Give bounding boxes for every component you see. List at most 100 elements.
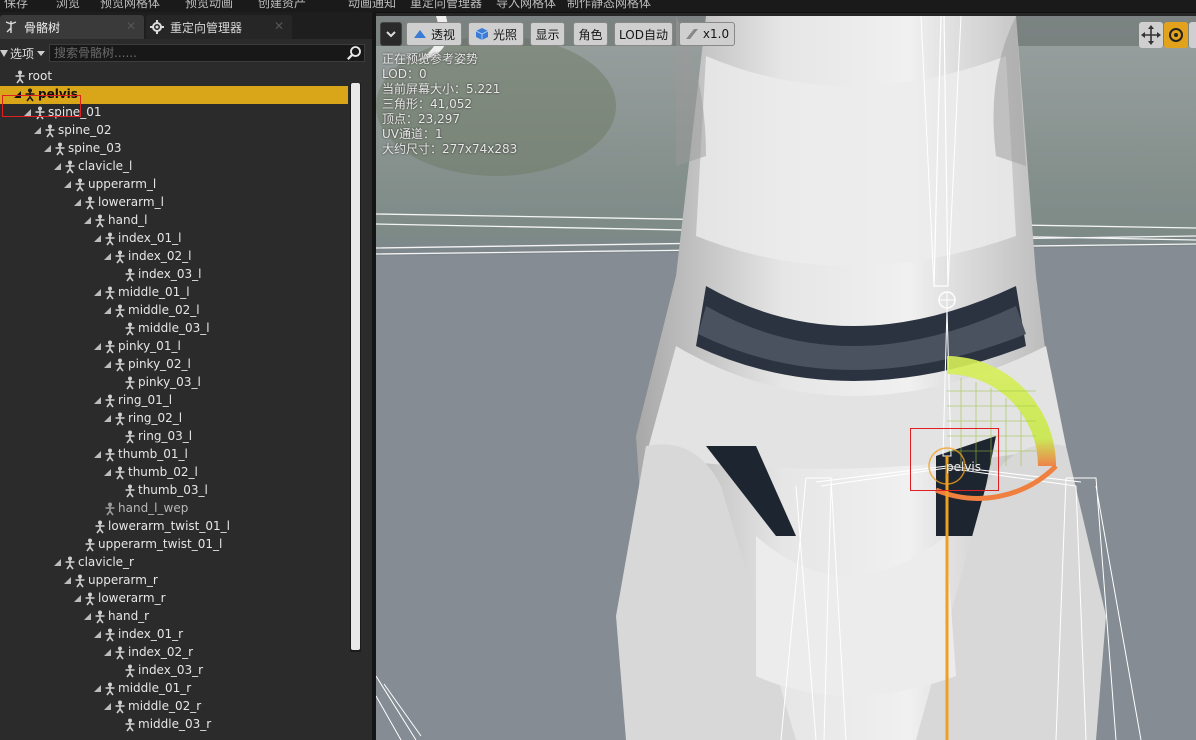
viewport-menu-button[interactable] [380, 22, 402, 46]
expander-arrow-icon[interactable] [84, 217, 91, 224]
expander-arrow-icon[interactable] [94, 631, 101, 638]
menu-item[interactable]: 导入网格体 [496, 0, 556, 11]
tab-retarget-manager[interactable]: 重定向管理器 ✕ [146, 15, 292, 39]
expander-arrow-icon[interactable] [104, 307, 111, 314]
menu-item[interactable]: 重定向管理器 [410, 0, 482, 11]
preview-viewport[interactable]: 透视 光照 显示 角色 LOD自动 x1.0 正在预览参考姿势 LOD：0 当前… [376, 16, 1196, 740]
expander-arrow-icon[interactable] [74, 199, 81, 206]
bone-row-index_02_r[interactable]: index_02_r [0, 644, 348, 662]
bone-icon [124, 322, 136, 336]
stat-line: 正在预览参考姿势 [382, 52, 479, 66]
scale-mode-button[interactable] [1189, 22, 1196, 48]
bone-name: spine_02 [58, 123, 112, 137]
lighting-button[interactable]: 光照 [468, 22, 524, 46]
expander-arrow-icon[interactable] [104, 415, 111, 422]
viewport-stats: 正在预览参考姿势 LOD：0 当前屏幕大小：5.221 三角形：41,052 顶… [382, 52, 517, 157]
bone-row-pinky_01_l[interactable]: pinky_01_l [0, 338, 348, 356]
expander-arrow-icon[interactable] [94, 451, 101, 458]
search-input[interactable] [49, 44, 365, 62]
bone-row-hand_l[interactable]: hand_l [0, 212, 348, 230]
bone-icon [74, 178, 86, 192]
stat-line: 大约尺寸：277x74x283 [382, 142, 518, 156]
bone-icon [104, 628, 116, 642]
menu-item[interactable]: 浏览 [56, 0, 80, 11]
expander-arrow-icon[interactable] [64, 577, 71, 584]
bone-row-thumb_02_l[interactable]: thumb_02_l [0, 464, 348, 482]
camera-icon [413, 30, 426, 38]
scrollbar[interactable] [350, 83, 361, 652]
menu-item[interactable]: 保存 [4, 0, 28, 11]
bone-row-index_03_r[interactable]: index_03_r [0, 662, 348, 680]
menu-item[interactable]: 预览动画 [185, 0, 233, 11]
bone-row-upperarm_l[interactable]: upperarm_l [0, 176, 348, 194]
bone-row-index_01_l[interactable]: index_01_l [0, 230, 348, 248]
bone-row-index_03_l[interactable]: index_03_l [0, 266, 348, 284]
expander-arrow-icon[interactable] [104, 253, 111, 260]
bone-row-clavicle_l[interactable]: clavicle_l [0, 158, 348, 176]
bone-row-ring_02_l[interactable]: ring_02_l [0, 410, 348, 428]
bone-name: index_01_r [118, 627, 184, 641]
expander-arrow-icon[interactable] [104, 361, 111, 368]
expander-arrow-icon[interactable] [94, 685, 101, 692]
expander-arrow-icon[interactable] [44, 145, 51, 152]
bone-row-hand_r[interactable]: hand_r [0, 608, 348, 626]
expander-arrow-icon[interactable] [64, 181, 71, 188]
expander-arrow-icon[interactable] [54, 559, 61, 566]
close-icon[interactable]: ✕ [126, 19, 136, 33]
expander-arrow-icon[interactable] [94, 343, 101, 350]
menu-item[interactable]: 动画通知 [348, 0, 396, 11]
expander-arrow-icon[interactable] [94, 289, 101, 296]
bone-icon [104, 340, 116, 354]
search-icon[interactable] [346, 45, 362, 61]
bone-row-spine_02[interactable]: spine_02 [0, 122, 348, 140]
expander-arrow-icon[interactable] [104, 469, 111, 476]
bone-row-middle_01_r[interactable]: middle_01_r [0, 680, 348, 698]
options-button[interactable]: 选项 [0, 44, 46, 62]
expander-arrow-icon[interactable] [54, 163, 61, 170]
bone-row-lowerarm_l[interactable]: lowerarm_l [0, 194, 348, 212]
bone-row-clavicle_r[interactable]: clavicle_r [0, 554, 348, 572]
expander-arrow-icon[interactable] [104, 703, 111, 710]
bone-icon [124, 664, 136, 678]
close-icon[interactable]: ✕ [274, 19, 284, 33]
bone-row-ring_03_l[interactable]: ring_03_l [0, 428, 348, 446]
bone-row-root[interactable]: root [0, 68, 348, 86]
expander-arrow-icon[interactable] [104, 649, 111, 656]
bone-row-lowerarm_r[interactable]: lowerarm_r [0, 590, 348, 608]
bone-row-middle_02_l[interactable]: middle_02_l [0, 302, 348, 320]
bone-row-middle_03_r[interactable]: middle_03_r [0, 716, 348, 734]
show-button[interactable]: 显示 [530, 22, 565, 46]
bone-icon [114, 466, 126, 480]
expander-arrow-icon[interactable] [94, 235, 101, 242]
character-button[interactable]: 角色 [573, 22, 608, 46]
bone-row-thumb_01_l[interactable]: thumb_01_l [0, 446, 348, 464]
menu-item[interactable]: 制作静态网格体 [567, 0, 651, 11]
playback-speed-button[interactable]: x1.0 [679, 22, 735, 46]
bone-row-spine_03[interactable]: spine_03 [0, 140, 348, 158]
bone-row-upperarm_r[interactable]: upperarm_r [0, 572, 348, 590]
tab-skeleton-tree[interactable]: 骨骼树 ✕ [0, 15, 144, 39]
menu-item[interactable]: 预览网格体 [100, 0, 160, 11]
bone-row-pinky_03_l[interactable]: pinky_03_l [0, 374, 348, 392]
bone-row-pinky_02_l[interactable]: pinky_02_l [0, 356, 348, 374]
bone-row-index_02_l[interactable]: index_02_l [0, 248, 348, 266]
transform-mode-button[interactable] [1139, 22, 1163, 48]
perspective-button[interactable]: 透视 [406, 22, 462, 46]
bone-row-thumb_03_l[interactable]: thumb_03_l [0, 482, 348, 500]
expander-arrow-icon[interactable] [84, 613, 91, 620]
bone-row-hand_l_wep[interactable]: hand_l_wep [0, 500, 348, 518]
expander-arrow-icon[interactable] [94, 397, 101, 404]
expander-arrow-icon[interactable] [34, 127, 41, 134]
bone-row-middle_01_l[interactable]: middle_01_l [0, 284, 348, 302]
bone-row-upperarm_twist_01_l[interactable]: upperarm_twist_01_l [0, 536, 348, 554]
scrollbar-thumb[interactable] [351, 83, 360, 650]
expander-arrow-icon[interactable] [74, 595, 81, 602]
bone-row-middle_02_r[interactable]: middle_02_r [0, 698, 348, 716]
bone-row-middle_03_l[interactable]: middle_03_l [0, 320, 348, 338]
bone-row-ring_01_l[interactable]: ring_01_l [0, 392, 348, 410]
menu-item[interactable]: 创建资产 [258, 0, 306, 11]
rotate-mode-button[interactable] [1164, 22, 1188, 48]
bone-row-lowerarm_twist_01_l[interactable]: lowerarm_twist_01_l [0, 518, 348, 536]
bone-row-index_01_r[interactable]: index_01_r [0, 626, 348, 644]
lod-button[interactable]: LOD自动 [614, 22, 673, 46]
